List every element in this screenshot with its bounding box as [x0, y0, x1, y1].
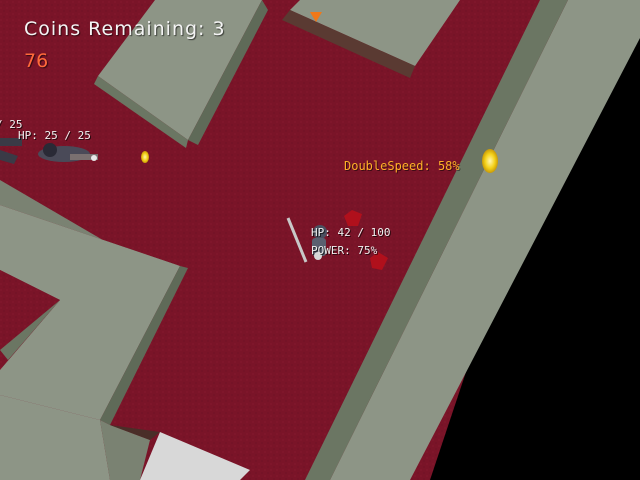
- coin-small: [141, 151, 149, 163]
- coins-remaining-text: Coins Remaining:: [24, 18, 206, 40]
- enemy-hp-label: HP: 25 / 25: [18, 129, 91, 142]
- player-power-label: POWER: 75%: [311, 244, 377, 257]
- player-hp-max: 100: [370, 226, 391, 239]
- doublespeed-value: 58%: [437, 159, 460, 173]
- player-hp-label: HP: 42 / 100: [311, 226, 391, 239]
- doublespeed-status: DoubleSpeed: 58%: [344, 159, 460, 173]
- coin-large: [482, 149, 498, 173]
- countdown-timer: 76: [24, 50, 49, 72]
- coins-remaining-label: Coins Remaining: 3: [24, 18, 226, 40]
- enemy-hp-separator: /: [64, 129, 71, 142]
- level-scene: [0, 0, 640, 480]
- enemy-hp-prefix: HP:: [18, 129, 38, 142]
- player-power-prefix: POWER:: [311, 244, 351, 257]
- player-hp-current: 42: [337, 226, 351, 239]
- player-hp-separator: /: [357, 226, 364, 239]
- coins-remaining-count: 3: [212, 18, 226, 40]
- player-power-value: 75%: [357, 244, 378, 257]
- enemy-hp-max: 25: [77, 129, 91, 142]
- doublespeed-label: DoubleSpeed:: [344, 159, 431, 173]
- player-hp-prefix: HP:: [311, 226, 331, 239]
- enemy-hp-current: 25: [44, 129, 58, 142]
- game-viewport[interactable]: Coins Remaining: 3 76 / 25 HP: 25 / 25 H…: [0, 0, 640, 480]
